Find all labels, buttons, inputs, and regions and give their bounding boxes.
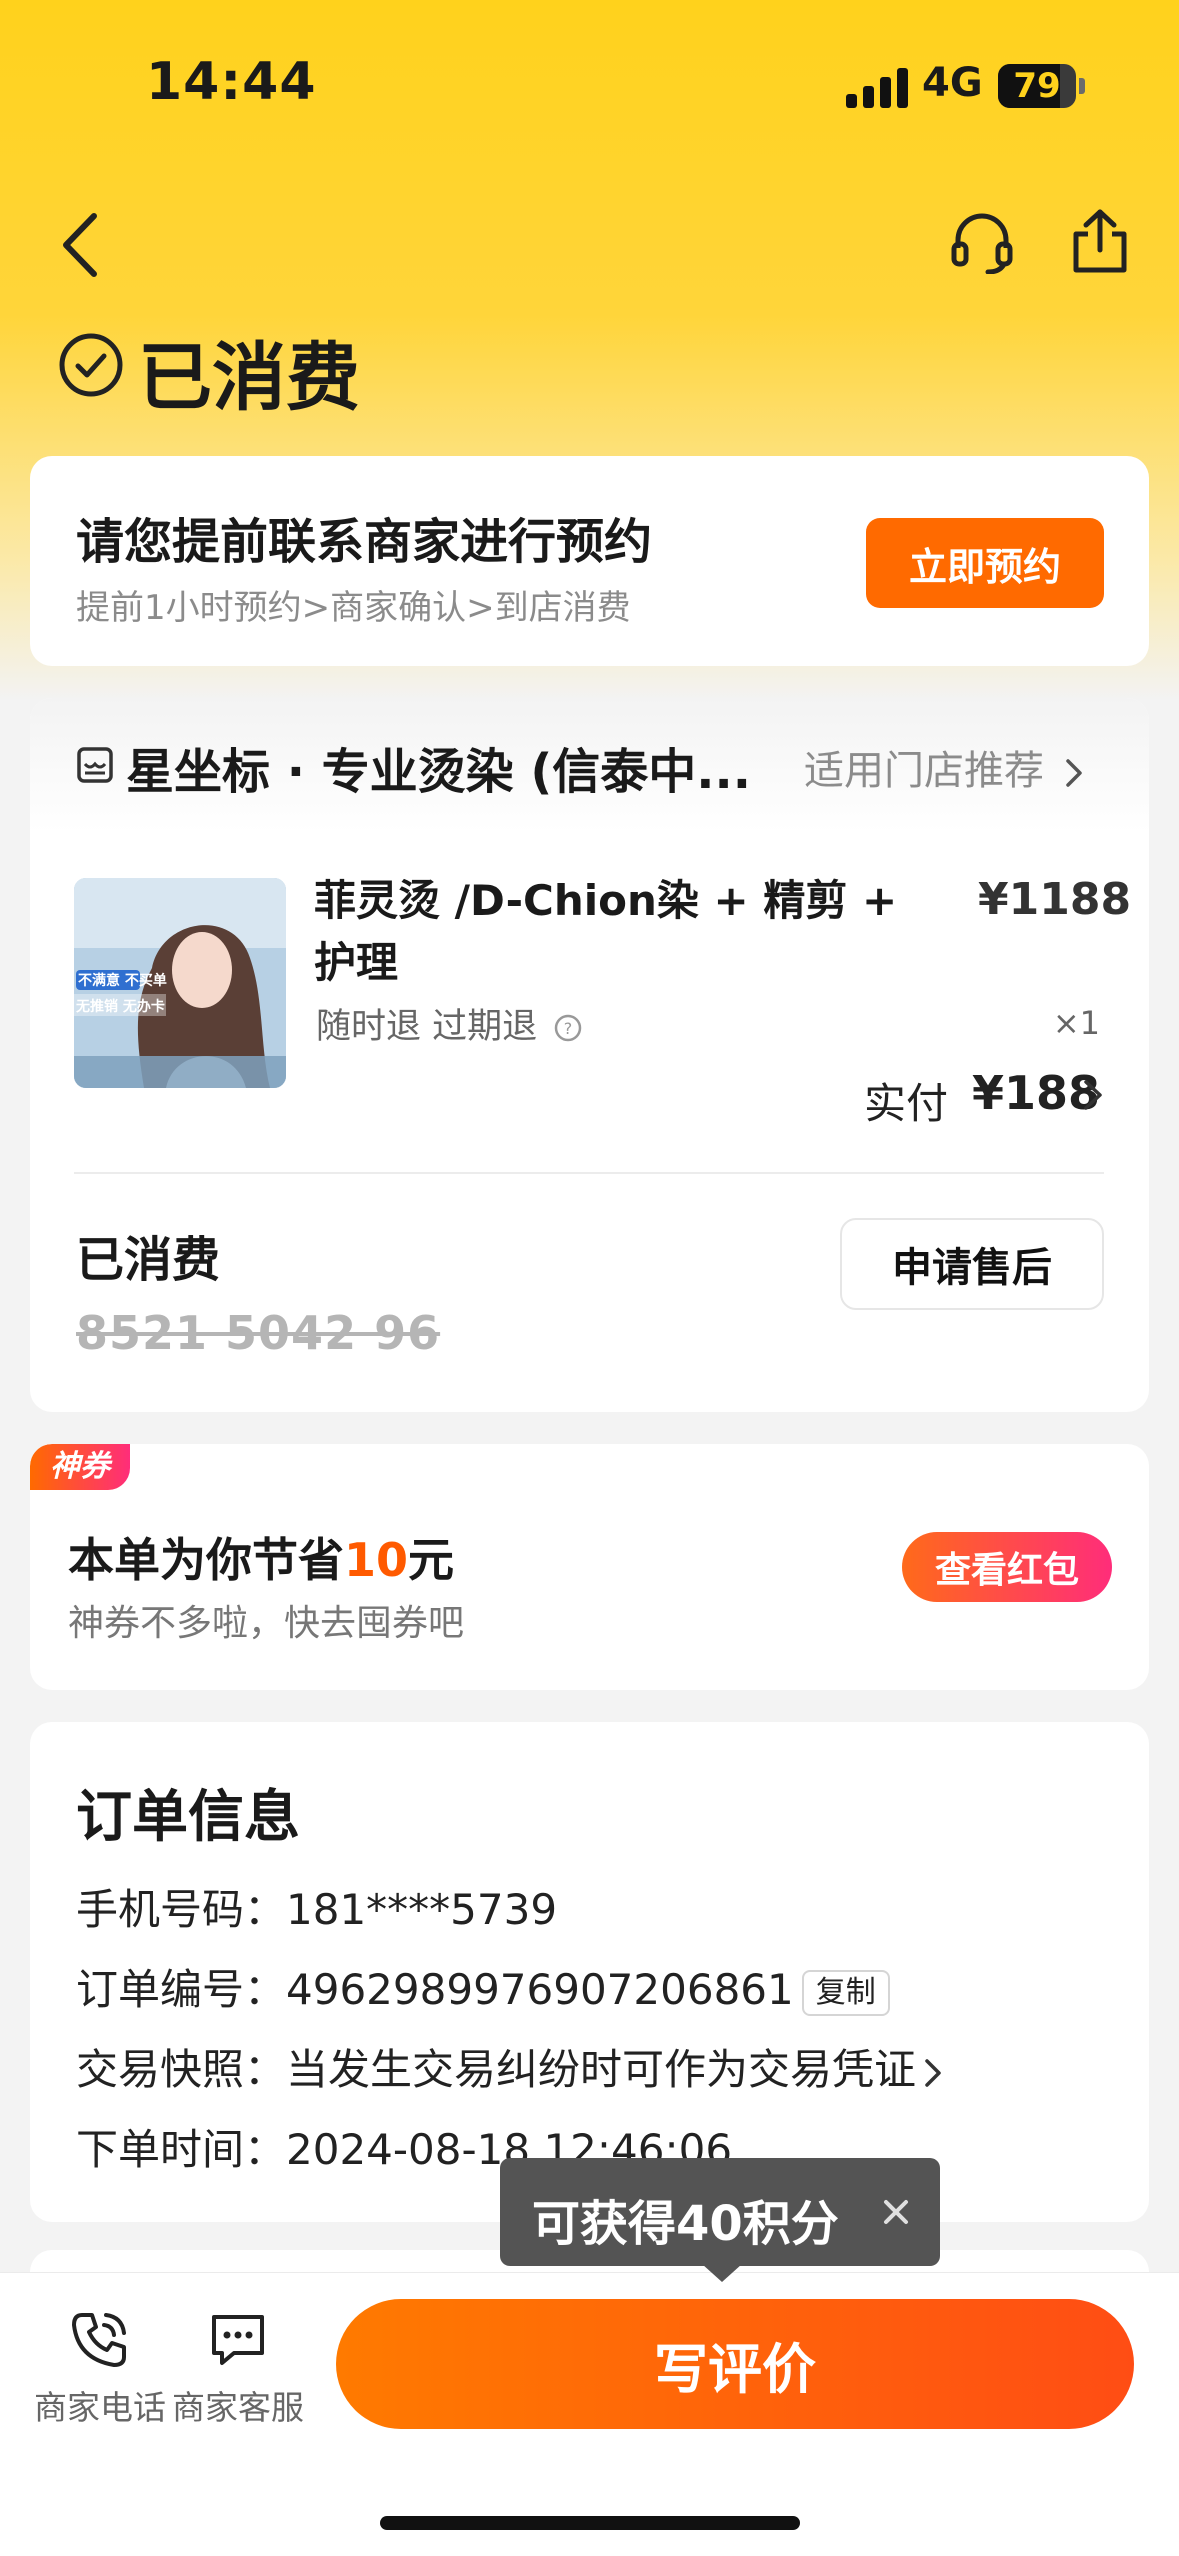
tooltip-arrow: [702, 2264, 742, 2282]
write-review-button[interactable]: 写评价: [336, 2299, 1134, 2429]
order-info-card: 订单信息 手机号码：181****5739 订单编号：4962989976907…: [30, 1722, 1149, 2222]
order-time-label: 下单时间：: [76, 2125, 287, 2174]
merchant-service-label: 商家客服: [172, 2388, 304, 2427]
store-recommend-label: 适用门店推荐: [804, 748, 1044, 794]
refund-policy[interactable]: 随时退 过期退 ?: [316, 998, 582, 1049]
voucher-status: 已消费: [76, 1232, 221, 1288]
refund-policy-label: 随时退 过期退: [316, 1007, 538, 1047]
svg-text:?: ?: [564, 1019, 573, 1038]
chevron-right-icon: [925, 2058, 941, 2087]
share-icon[interactable]: [1068, 208, 1132, 274]
voucher-code: 8521 5042 96: [76, 1306, 441, 1360]
product-image[interactable]: 不满意 不买单 无推销 无办卡: [74, 878, 286, 1088]
signal-icon: [846, 66, 910, 108]
shop-name[interactable]: 星坐标 · 专业烫染 (信泰中...: [126, 732, 796, 802]
trade-snapshot-row[interactable]: 交易快照：当发生交易纠纷时可作为交易凭证: [76, 2036, 942, 2097]
close-icon[interactable]: [872, 2188, 920, 2236]
order-status-title: 已消费: [138, 335, 360, 421]
snapshot-value: 当发生交易纠纷时可作为交易凭证: [286, 2045, 917, 2094]
check-circle-icon: [59, 333, 123, 397]
product-quantity: ×1: [1052, 1004, 1100, 1042]
copy-button[interactable]: 复制: [801, 1969, 890, 2016]
phone-label: 手机号码：: [76, 1885, 287, 1934]
paid-label: 实付: [864, 1079, 949, 1128]
chevron-right-icon: [1065, 759, 1082, 787]
order-number-value: 4962989976907206861: [286, 1965, 794, 2014]
order-number-row: 订单编号：4962989976907206861 复制: [76, 1956, 890, 2017]
reserve-title: 请您提前联系商家进行预约: [76, 514, 653, 570]
image-badge-2: 无推销 无办卡: [76, 999, 165, 1015]
network-type: 4G: [922, 60, 983, 106]
reserve-card: 请您提前联系商家进行预约 提前1小时预约>商家确认>到店消费 立即预约: [30, 456, 1149, 666]
phone-icon: [72, 2313, 126, 2367]
bottom-action-bar: 商家电话 商家客服 写评价: [0, 2272, 1179, 2556]
product-card: 星坐标 · 专业烫染 (信泰中... 适用门店推荐 不满意 不买单 无推销 无办…: [30, 698, 1149, 1412]
view-red-packet-button[interactable]: 查看红包: [902, 1532, 1112, 1602]
headset-icon[interactable]: [950, 210, 1014, 274]
help-icon: ?: [555, 1014, 582, 1042]
coupon-saved-amount: 10: [344, 1533, 409, 1587]
phone-value: 181****5739: [286, 1885, 558, 1934]
home-indicator[interactable]: [380, 2516, 800, 2530]
merchant-phone-label: 商家电话: [34, 2388, 166, 2427]
chevron-right-icon[interactable]: [1082, 1078, 1104, 1112]
merchant-service-button[interactable]: 商家客服: [168, 2307, 308, 2429]
reserve-steps: 提前1小时预约>商家确认>到店消费: [76, 588, 631, 628]
chat-icon: [212, 2315, 264, 2365]
paid-amount[interactable]: ¥188: [972, 1066, 1100, 1120]
order-info-title: 订单信息: [76, 1785, 300, 1850]
snapshot-label: 交易快照：: [76, 2045, 287, 2094]
product-price: ¥1188: [978, 874, 1132, 925]
coupon-title-prefix: 本单为你节省: [68, 1533, 344, 1587]
coupon-savings: 本单为你节省10元: [68, 1524, 454, 1590]
merchant-phone-button[interactable]: 商家电话: [30, 2307, 170, 2429]
divider: [74, 1172, 1104, 1174]
battery-icon: 79: [998, 64, 1076, 108]
back-icon[interactable]: [56, 210, 106, 280]
product-title[interactable]: 菲灵烫 /D-Chion染 + 精剪 + 护理: [314, 870, 934, 994]
coupon-badge: 神券: [30, 1444, 130, 1490]
coupon-title-suffix: 元: [408, 1533, 455, 1587]
order-number-label: 订单编号：: [76, 1965, 287, 2014]
coupon-card: 神券 本单为你节省10元 神券不多啦，快去囤券吧 查看红包: [30, 1444, 1149, 1690]
coupon-subtitle: 神券不多啦，快去囤券吧: [68, 1603, 465, 1644]
points-tooltip: 可获得40积分: [500, 2158, 940, 2266]
image-badge-1: 不满意 不买单: [78, 973, 167, 989]
battery-cap: [1079, 78, 1085, 94]
after-sales-button[interactable]: 申请售后: [840, 1218, 1104, 1310]
phone-row: 手机号码：181****5739: [76, 1876, 557, 1937]
battery-level: 79: [1013, 66, 1061, 106]
store-recommend-link[interactable]: 适用门店推荐: [804, 738, 1083, 796]
status-time: 14:44: [146, 52, 317, 112]
reserve-now-button[interactable]: 立即预约: [866, 518, 1104, 608]
shop-icon: [77, 747, 113, 783]
points-tooltip-text: 可获得40积分: [532, 2196, 839, 2252]
